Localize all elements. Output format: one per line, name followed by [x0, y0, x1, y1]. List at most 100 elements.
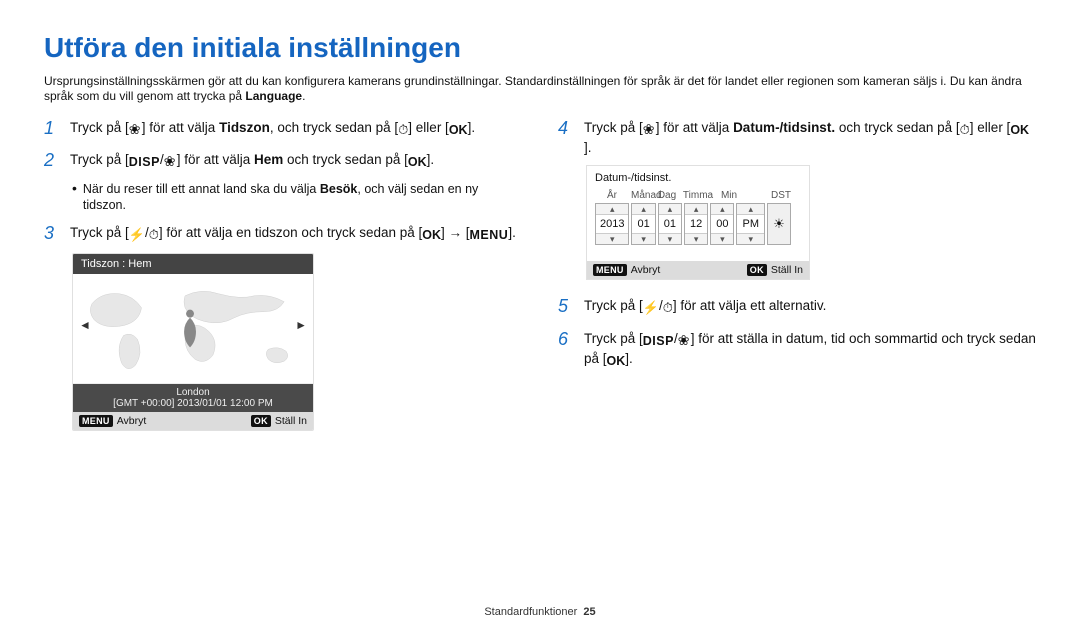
timer-icon — [149, 226, 159, 244]
chevron-down-icon[interactable]: ▾ — [748, 234, 753, 244]
ok-icon: OK — [408, 154, 427, 171]
year-value: 2013 — [596, 214, 628, 234]
ok-tag: OK — [251, 415, 271, 427]
menu-tag: MENU — [79, 415, 113, 427]
day-spinner[interactable]: ▴01▾ — [658, 203, 682, 245]
t: ]. — [468, 120, 476, 135]
chevron-up-icon[interactable]: ▴ — [694, 204, 699, 214]
cancel-button[interactable]: MENU Avbryt — [79, 415, 146, 427]
ok-icon: OK — [607, 353, 626, 370]
macro-icon — [678, 332, 691, 345]
step-5: 5 Tryck på [/] för att välja ett alterna… — [558, 294, 1036, 318]
chevron-up-icon[interactable]: ▴ — [610, 204, 615, 214]
chevron-down-icon[interactable]: ▾ — [720, 234, 725, 244]
col-month: Månad — [631, 190, 653, 201]
t: ]. — [508, 225, 516, 240]
left-column: 1 Tryck på [ ] för att välja Tidszon, och… — [44, 116, 522, 431]
right-column: 4 Tryck på [] för att välja Datum-/tidsi… — [558, 116, 1036, 431]
intro-part1: Ursprungsinställningsskärmen gör att du … — [44, 74, 1022, 103]
t: Tryck på [ — [70, 152, 129, 167]
world-map: ◄ ► — [73, 274, 313, 384]
col-hour: Timma — [681, 190, 715, 201]
day-value: 01 — [659, 214, 681, 234]
step-6: 6 Tryck på [DISP/] för att ställa in dat… — [558, 327, 1036, 370]
step-number: 3 — [44, 221, 60, 245]
ok-icon: OK — [449, 122, 468, 139]
chevron-up-icon[interactable]: ▴ — [720, 204, 725, 214]
hour-spinner[interactable]: ▴12▾ — [684, 203, 708, 245]
location-name: London — [73, 387, 313, 398]
screen-footer: MENU Avbryt OKStäll In — [73, 412, 313, 430]
min-spinner[interactable]: ▴00▾ — [710, 203, 734, 245]
t: ] för att välja — [656, 120, 733, 135]
t: ]. — [427, 152, 435, 167]
location-bar: London [GMT +00:00] 2013/01/01 12:00 PM — [73, 384, 313, 412]
month-spinner[interactable]: ▴01▾ — [631, 203, 655, 245]
t: och tryck sedan på [ — [835, 120, 960, 135]
nav-left-icon[interactable]: ◄ — [79, 318, 91, 332]
t-strong: Datum-/tidsinst. — [733, 120, 835, 135]
ampm-spinner[interactable]: ▴PM▾ — [736, 203, 765, 245]
chevron-up-icon[interactable]: ▴ — [748, 204, 753, 214]
t-strong: Besök — [320, 182, 358, 196]
ok-icon: OK — [422, 227, 441, 244]
timer-icon — [398, 121, 408, 139]
timer-icon — [663, 299, 673, 317]
t: ] för att välja ett alternativ. — [673, 298, 827, 313]
col-year: År — [595, 190, 629, 201]
step-3: 3 Tryck på [/] för att välja en tidszon … — [44, 221, 522, 245]
t: Tryck på [ — [70, 120, 129, 135]
min-value: 00 — [711, 214, 733, 234]
timezone-screen: Tidszon : Hem ◄ ► — [72, 253, 314, 431]
confirm-label: Ställ In — [771, 264, 803, 276]
intro-text: Ursprungsinställningsskärmen gör att du … — [44, 74, 1036, 104]
step-number: 6 — [558, 327, 574, 370]
chevron-up-icon[interactable]: ▴ — [641, 204, 646, 214]
chevron-up-icon[interactable]: ▴ — [668, 204, 673, 214]
t: ] för att välja — [142, 120, 219, 135]
menu-tag: MENU — [593, 264, 627, 276]
macro-icon — [164, 153, 177, 166]
confirm-button[interactable]: OKStäll In — [747, 264, 803, 276]
step-1: 1 Tryck på [ ] för att välja Tidszon, och… — [44, 116, 522, 140]
nav-right-icon[interactable]: ► — [295, 318, 307, 332]
month-value: 01 — [632, 214, 654, 234]
year-spinner[interactable]: ▴2013▾ — [595, 203, 629, 245]
chevron-down-icon[interactable]: ▾ — [641, 234, 646, 244]
disp-icon: DISP — [129, 154, 160, 171]
t-strong: Hem — [254, 152, 283, 167]
t: När du reser till ett annat land ska du … — [83, 182, 320, 196]
column-labels: År Månad Dag Timma Min DST — [595, 190, 801, 201]
t: Tryck på [ — [584, 120, 643, 135]
chevron-down-icon[interactable]: ▾ — [668, 234, 673, 244]
chevron-down-icon[interactable]: ▾ — [610, 234, 615, 244]
t: ]. — [584, 140, 592, 155]
confirm-button[interactable]: OKStäll In — [251, 415, 307, 427]
intro-part2: . — [302, 89, 305, 103]
col-dst: DST — [743, 190, 791, 201]
step-2-note: • När du reser till ett annat land ska d… — [72, 181, 522, 214]
intro-strong: Language — [245, 89, 302, 103]
step-number: 1 — [44, 116, 60, 140]
t: Tryck på [ — [584, 331, 643, 346]
ok-icon: OK — [1010, 122, 1029, 139]
t: och tryck sedan på [ — [283, 152, 408, 167]
t: ]. — [625, 351, 633, 366]
hour-value: 12 — [685, 214, 707, 234]
screen-header: Tidszon : Hem — [73, 254, 313, 274]
t: , och tryck sedan på [ — [270, 120, 398, 135]
screen-header: Datum-/tidsinst. — [587, 166, 809, 186]
step-2: 2 Tryck på [DISP/] för att välja Hem och… — [44, 148, 522, 172]
page-title: Utföra den initiala inställningen — [44, 32, 1036, 64]
macro-icon — [129, 121, 142, 134]
t: Tryck på [ — [70, 225, 129, 240]
dst-icon[interactable] — [767, 203, 791, 245]
t-strong: Tidszon — [219, 120, 270, 135]
cancel-button[interactable]: MENUAvbryt — [593, 264, 660, 276]
flash-icon — [129, 226, 145, 244]
world-map-svg — [73, 274, 313, 383]
screen-footer: MENUAvbryt OKStäll In — [587, 261, 809, 279]
chevron-down-icon[interactable]: ▾ — [694, 234, 699, 244]
ampm-value: PM — [737, 214, 764, 234]
cancel-label: Avbryt — [117, 415, 147, 427]
